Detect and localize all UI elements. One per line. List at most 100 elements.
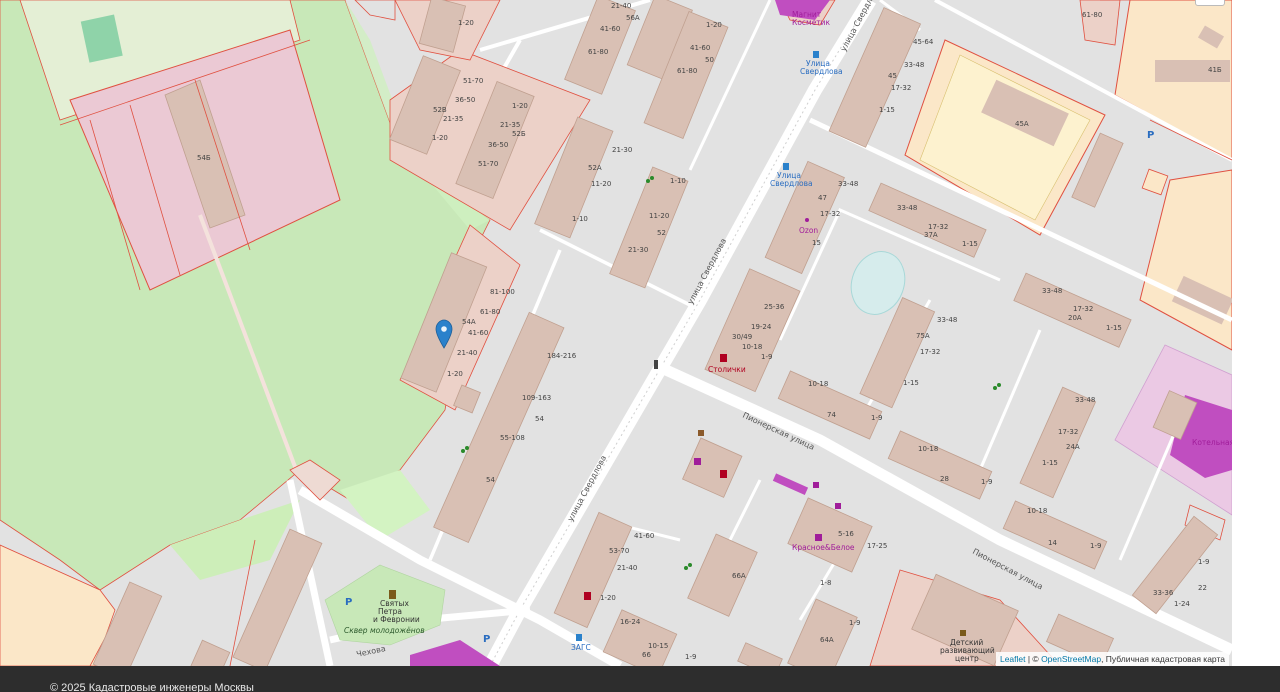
- svg-text:45: 45: [888, 72, 897, 80]
- svg-text:41Б: 41Б: [1208, 66, 1222, 74]
- svg-text:45А: 45А: [1015, 120, 1029, 128]
- poi-boiler-house: Котельная: [1192, 438, 1232, 447]
- svg-text:50: 50: [705, 56, 714, 64]
- svg-text:5-16: 5-16: [838, 530, 854, 538]
- svg-text:14: 14: [1048, 539, 1057, 547]
- svg-text:33-48: 33-48: [1042, 287, 1062, 295]
- svg-text:центр: центр: [955, 654, 979, 663]
- svg-text:33-48: 33-48: [1075, 396, 1095, 404]
- svg-text:52Б: 52Б: [512, 130, 526, 138]
- svg-text:1-15: 1-15: [903, 379, 919, 387]
- svg-text:10-15: 10-15: [648, 642, 668, 650]
- svg-text:Свердлова: Свердлова: [800, 67, 843, 76]
- svg-text:53-70: 53-70: [609, 547, 629, 555]
- svg-text:20А: 20А: [1068, 314, 1082, 322]
- svg-text:109-163: 109-163: [522, 394, 551, 402]
- svg-text:22: 22: [1198, 584, 1207, 592]
- openstreetmap-link[interactable]: OpenStreetMap: [1041, 654, 1101, 664]
- svg-text:25-36: 25-36: [764, 303, 785, 311]
- svg-text:33-48: 33-48: [904, 61, 924, 69]
- right-gutter: [1232, 0, 1280, 666]
- svg-text:Красное&Белое: Красное&Белое: [792, 543, 855, 552]
- svg-text:10-18: 10-18: [808, 380, 828, 388]
- bus-stop-icon: [783, 163, 789, 170]
- svg-text:61-80: 61-80: [480, 308, 500, 316]
- attribution-cadastral: , Публичная кадастровая карта: [1101, 654, 1225, 664]
- svg-text:41-60: 41-60: [634, 532, 654, 540]
- svg-text:184-216: 184-216: [547, 352, 577, 360]
- svg-text:1-24: 1-24: [1174, 600, 1190, 608]
- svg-text:11-20: 11-20: [591, 180, 611, 188]
- svg-text:1-9: 1-9: [871, 414, 882, 422]
- svg-text:45-64: 45-64: [913, 38, 934, 46]
- svg-text:21-30: 21-30: [612, 146, 632, 154]
- svg-text:1-15: 1-15: [962, 240, 978, 248]
- svg-text:64А: 64А: [820, 636, 834, 644]
- svg-text:21-40: 21-40: [617, 564, 637, 572]
- svg-text:41-60: 41-60: [468, 329, 488, 337]
- svg-text:61-80: 61-80: [677, 67, 697, 75]
- svg-text:Свердлова: Свердлова: [770, 179, 813, 188]
- svg-text:1-20: 1-20: [447, 370, 463, 378]
- svg-text:33-36: 33-36: [1153, 589, 1174, 597]
- pickup-point-icon: [805, 218, 809, 222]
- svg-text:54А: 54А: [462, 318, 476, 326]
- svg-text:17-25: 17-25: [867, 542, 887, 550]
- svg-text:17-32: 17-32: [928, 223, 948, 231]
- svg-text:19-24: 19-24: [751, 323, 772, 331]
- svg-text:16-24: 16-24: [620, 618, 641, 626]
- svg-text:52: 52: [657, 229, 666, 237]
- liquor-store-icon: [584, 592, 591, 600]
- svg-text:52А: 52А: [588, 164, 602, 172]
- map-canvas[interactable]: 54Б 45А 41Б Котельная 1-20 56А 41-60 61-…: [0, 0, 1232, 666]
- svg-text:P: P: [1147, 130, 1154, 141]
- svg-text:1-20: 1-20: [432, 134, 448, 142]
- svg-text:1-20: 1-20: [458, 19, 474, 27]
- svg-text:41-60: 41-60: [690, 44, 710, 52]
- attribution-separator: | ©: [1025, 654, 1042, 664]
- svg-text:33-48: 33-48: [838, 180, 858, 188]
- svg-text:1-10: 1-10: [572, 215, 588, 223]
- map-attribution: Leaflet | © OpenStreetMap, Публичная кад…: [995, 652, 1229, 666]
- svg-text:15: 15: [812, 239, 821, 247]
- svg-text:17-32: 17-32: [891, 84, 911, 92]
- zoom-control[interactable]: [1195, 0, 1225, 6]
- map-view[interactable]: 54Б 45А 41Б Котельная 1-20 56А 41-60 61-…: [0, 0, 1232, 666]
- svg-text:54: 54: [535, 415, 544, 423]
- bus-stop-icon: [813, 51, 819, 58]
- leaflet-link[interactable]: Leaflet: [1000, 654, 1026, 664]
- svg-text:21-35: 21-35: [500, 121, 520, 129]
- svg-text:1-9: 1-9: [981, 478, 992, 486]
- svg-text:1-20: 1-20: [706, 21, 722, 29]
- svg-text:55-108: 55-108: [500, 434, 525, 442]
- svg-text:51-70: 51-70: [463, 77, 483, 85]
- svg-text:1-20: 1-20: [600, 594, 616, 602]
- svg-text:36-50: 36-50: [488, 141, 508, 149]
- svg-text:1-15: 1-15: [1042, 459, 1058, 467]
- svg-text:33-48: 33-48: [897, 204, 917, 212]
- svg-text:56А: 56А: [626, 14, 640, 22]
- svg-text:17-32: 17-32: [1058, 428, 1078, 436]
- shop-icon: [694, 458, 701, 465]
- page-footer: © 2025 Кадастровые инженеры Москвы: [0, 666, 1280, 692]
- svg-text:и Февронии: и Февронии: [373, 615, 420, 624]
- svg-text:21-40: 21-40: [611, 2, 631, 10]
- svg-text:61-80: 61-80: [1082, 11, 1102, 19]
- phone-icon: [698, 430, 704, 436]
- svg-text:ЗАГС: ЗАГС: [571, 643, 591, 652]
- svg-text:17-32: 17-32: [820, 210, 840, 218]
- svg-text:54Б: 54Б: [197, 154, 211, 162]
- svg-text:10-18: 10-18: [918, 445, 938, 453]
- svg-text:17-32: 17-32: [1073, 305, 1093, 313]
- svg-text:41-60: 41-60: [600, 25, 620, 33]
- svg-text:51-70: 51-70: [478, 160, 498, 168]
- svg-text:36-50: 36-50: [455, 96, 475, 104]
- svg-text:30/49: 30/49: [732, 333, 752, 341]
- svg-text:17-32: 17-32: [920, 348, 940, 356]
- liquor-store-icon: [720, 470, 727, 478]
- svg-text:75А: 75А: [916, 332, 930, 340]
- svg-text:Столички: Столички: [708, 365, 746, 374]
- liquor-store-icon: [815, 534, 822, 541]
- shop-icon: [835, 503, 841, 509]
- liquor-store-icon: [720, 354, 727, 362]
